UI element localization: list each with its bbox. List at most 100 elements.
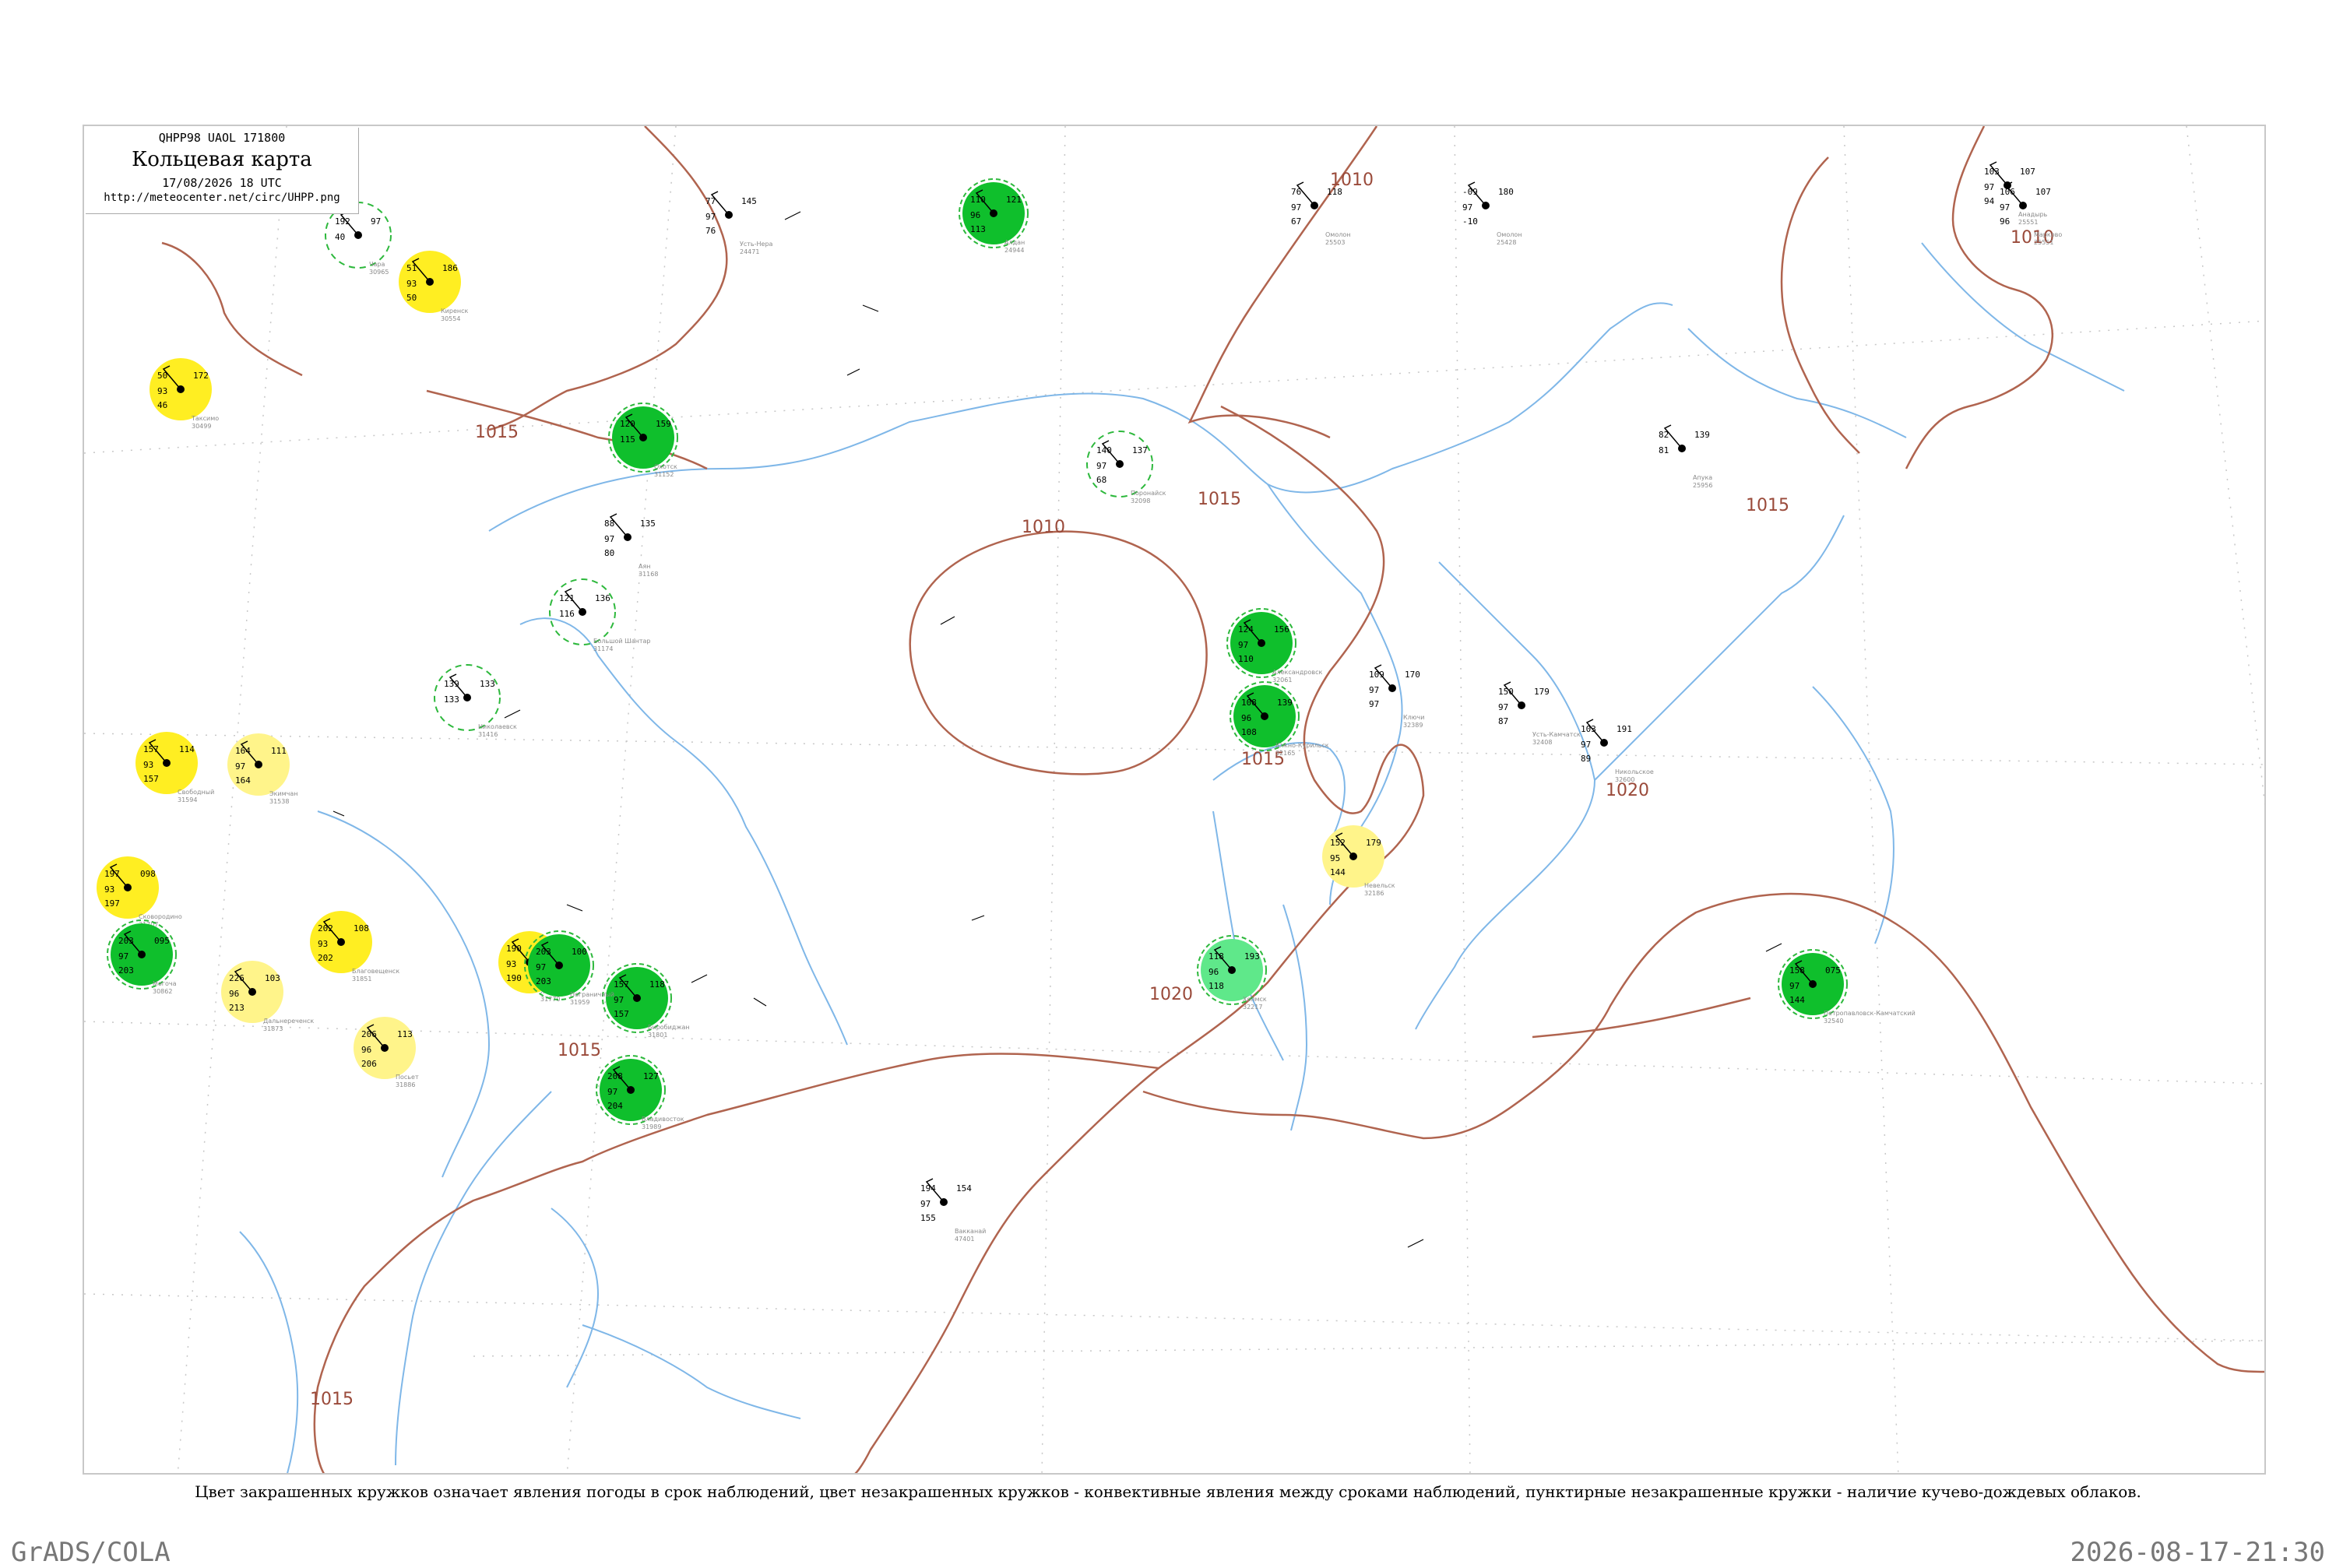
station-value: 103 [265,973,280,983]
station-25956[interactable]: 82 139 81 Апука25956 [1659,424,1712,489]
footer-timestamp: 2026-08-17-21:30 [2070,1537,2325,1568]
station-name: Ключи [1403,714,1424,721]
station-31989[interactable]: 208 127 97 204 Владивосток31989 [596,1055,684,1130]
station-32186[interactable]: 152 179 95 144 Невельск32186 [1322,825,1395,897]
station-value: 206 [361,1059,377,1069]
station-value: 97 [1581,740,1591,750]
station-value: 206 [361,1029,377,1039]
station-25428[interactable]: -09 180 97 -10 Омолон25428 [1462,181,1522,246]
station-id: 24944 [1004,247,1024,254]
station-value: 098 [140,869,156,879]
station-value: 170 [1405,670,1420,680]
station-value: 203 [118,965,134,976]
station-value: 89 [1581,754,1591,764]
station-32061[interactable]: 124 156 97 110 Александровск32061 [1226,608,1322,684]
station-value: 179 [1534,687,1550,697]
station-24471[interactable]: 77 145 97 76 Усть-Нера24471 [705,191,773,255]
station-value: 115 [620,434,635,445]
isobars [161,126,2264,1473]
station-24944[interactable]: 110 121 96 113 Алдан24944 [959,178,1029,254]
station-value: 226 [229,973,245,983]
station-31873[interactable]: 226 103 96 213 Дальнереченск31873 [221,961,314,1032]
station-31168[interactable]: 88 135 97 80 Аян31168 [604,513,658,578]
station-value: 145 [741,196,757,206]
station-name: Сковородино [139,913,182,920]
station-value: 139 [1694,430,1710,440]
station-value: -09 [1462,187,1478,197]
station-31152[interactable]: 120 159 115 Охотск31152 [608,403,678,478]
station-value: 113 [397,1029,413,1039]
station-value: 164 [235,746,251,756]
station-value: 144 [1789,995,1805,1005]
map-datetime: 17/08/2026 18 UTC [162,176,282,190]
footer-software: GrADS/COLA [11,1537,171,1568]
station-31886[interactable]: 206 113 96 206 Посьет31886 [354,1017,419,1088]
station-value: 157 [614,1009,629,1019]
station-31707[interactable]: 19709893197Сковородино31707 [97,856,182,928]
isobar-labels: 1010 1010 1010 1015 1015 1015 1015 1015 … [310,171,2054,1409]
station-id: 32165 [1275,750,1295,757]
station-value: 107 [2035,187,2051,197]
isobar-label: 1015 [558,1041,601,1060]
station-31174[interactable]: 121 136 116 Большой Шантар31174 [549,578,651,652]
station-id: 32098 [1131,497,1150,505]
coastline [239,242,2125,1473]
isobar-label: 1010 [1022,518,1065,537]
station-value: 40 [335,232,345,242]
station-32540[interactable]: 158 075 97 144 Петропавловск-Камчатский32540 [1778,949,1916,1025]
station-31959[interactable]: 203 100 97 203 Пограничный31959 [524,930,614,1006]
station-value: 97 [235,761,245,772]
station-value: 113 [970,224,986,234]
station-value: 93 [318,939,328,949]
station-32600[interactable]: 103 191 97 89 Никольское32600 [1581,719,1654,783]
station-value: 202 [318,923,333,933]
station-31416[interactable]: 139 133 133 Николаевск31416 [434,664,517,738]
station-value: 93 [157,386,167,396]
station-32217[interactable]: 118 193 96 118 Холмск32217 [1197,935,1267,1011]
isobar-label: 1015 [1198,490,1241,509]
station-name: Алдан [1004,239,1025,246]
station-name: Петропавловск-Камчатский [1824,1010,1916,1017]
station-name: Усть-Камчатск [1532,731,1581,738]
station-32098[interactable]: 140 137 97 68 Поронайск32098 [1086,431,1166,505]
station-value: 140 [1096,445,1112,455]
station-name: Экимчан [269,790,298,797]
weather-map[interactable]: 1010 1010 1010 1015 1015 1015 1015 1015 … [84,126,2266,1475]
station-value: 139 [1277,698,1293,708]
station-31851[interactable]: 202 108 93 202 Благовещенск31851 [310,911,399,983]
station-30554[interactable]: 51 186 93 50 Киренск30554 [399,251,469,322]
station-32165[interactable]: 108 139 96 108 Южно-Курильск32165 [1230,681,1329,757]
station-value: 203 [118,936,134,946]
station-id: 24471 [740,248,759,255]
station-value: 150 [1498,687,1514,697]
station-name: Пограничный [570,991,614,998]
station-id: 31851 [352,976,371,983]
station-name: Киренск [441,308,469,315]
station-value: 93 [506,959,516,969]
station-id: 31959 [570,999,589,1006]
station-value: 97 [1291,202,1301,213]
station-31594[interactable]: 157 114 93 157 Свободный31594 [135,732,214,803]
station-47401[interactable]: 194 154 97 155 Вакканай47401 [920,1178,986,1243]
station-value: 202 [318,953,333,963]
station-value: 118 [1327,187,1342,197]
stations-layer: 77 1459776Усть-Нера24471110 12196113Алдан2… [97,161,2062,1243]
station-value: 213 [229,1003,245,1013]
station-30499[interactable]: 50 172 93 46 Таксимо30499 [150,358,219,430]
station-32408[interactable]: 150 179 97 87 Усть-Камчатск32408 [1498,681,1581,746]
station-value: 100 [572,947,587,957]
station-value: 111 [271,746,287,756]
station-31538[interactable]: 164 111 97 164 Экимчан31538 [227,733,298,805]
map-url[interactable]: http://meteocenter.net/circ/UHPP.png [86,192,358,204]
station-id: 25428 [1497,239,1516,246]
station-30862[interactable]: 203 095 97 203 Могоча30862 [107,919,177,995]
station-value: 97 [118,951,128,962]
station-id: 32408 [1532,739,1552,746]
station-31801[interactable]: 157 118 97 157 Биробиджан31801 [602,963,690,1039]
station-value: 118 [1208,981,1224,991]
station-value: 157 [143,774,159,784]
station-value: 97 [1096,461,1106,471]
station-id: 32217 [1243,1004,1262,1011]
station-value: 159 [656,419,671,429]
station-id: 25956 [1693,482,1712,489]
